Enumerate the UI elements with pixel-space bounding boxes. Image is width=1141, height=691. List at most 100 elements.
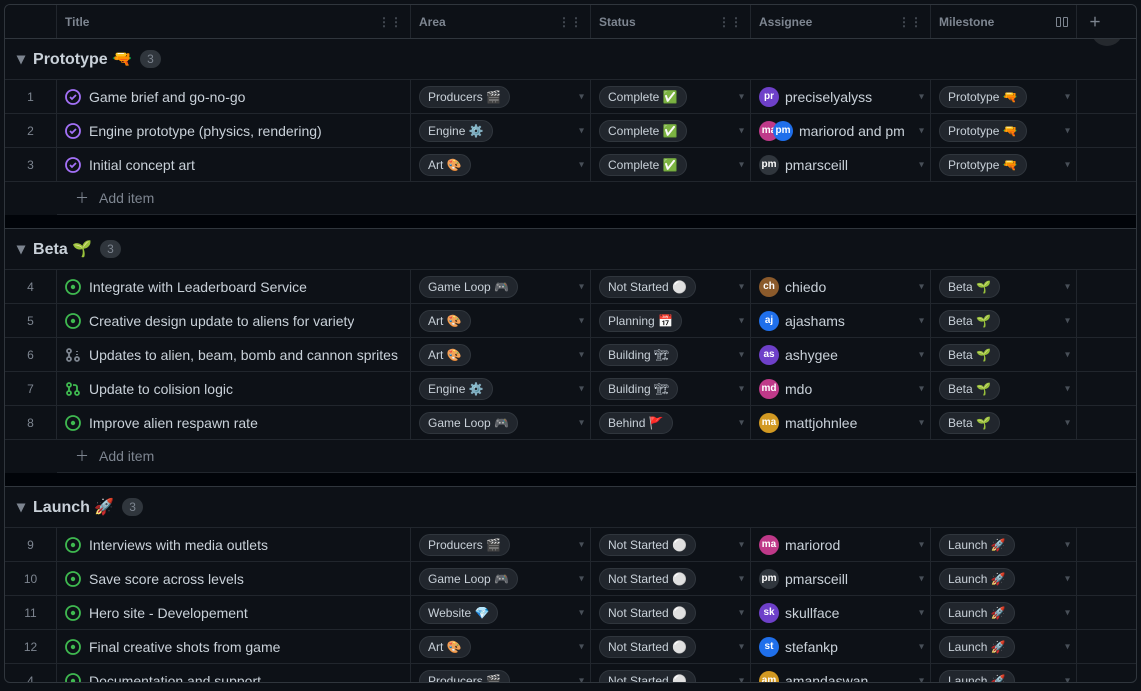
- chevron-down-icon[interactable]: ▾: [739, 573, 744, 584]
- column-header-status[interactable]: Status ⋮⋮: [591, 5, 751, 38]
- chevron-down-icon[interactable]: ▾: [579, 641, 584, 652]
- chevron-down-icon[interactable]: ▾: [579, 607, 584, 618]
- chevron-down-icon[interactable]: ▾: [1065, 641, 1070, 652]
- chevron-down-icon[interactable]: ▾: [579, 349, 584, 360]
- assignee-cell[interactable]: ma mattjohnlee ▾: [751, 406, 931, 439]
- milestone-cell[interactable]: Launch 🚀 ▾: [931, 562, 1077, 595]
- table-row[interactable]: 4 Documentation and support Producers 🎬 …: [5, 664, 1136, 683]
- milestone-cell[interactable]: Beta 🌱 ▾: [931, 304, 1077, 337]
- title-cell[interactable]: Hero site - Developement: [57, 596, 411, 629]
- assignee-cell[interactable]: st stefankp ▾: [751, 630, 931, 663]
- chevron-down-icon[interactable]: ▾: [739, 315, 744, 326]
- status-cell[interactable]: Planning 📅 ▾: [591, 304, 751, 337]
- column-drag-handle-icon[interactable]: ⋮⋮: [898, 15, 922, 29]
- area-cell[interactable]: Game Loop 🎮 ▾: [411, 562, 591, 595]
- assignee-cell[interactable]: sk skullface ▾: [751, 596, 931, 629]
- table-row[interactable]: 2 Engine prototype (physics, rendering) …: [5, 114, 1136, 148]
- chevron-down-icon[interactable]: ▾: [919, 607, 924, 618]
- chevron-down-icon[interactable]: ▾: [579, 315, 584, 326]
- chevron-down-icon[interactable]: ▾: [1065, 607, 1070, 618]
- title-cell[interactable]: Interviews with media outlets: [57, 528, 411, 561]
- table-row[interactable]: 1 Game brief and go-no-go Producers 🎬 ▾ …: [5, 80, 1136, 114]
- chevron-down-icon[interactable]: ▾: [1065, 125, 1070, 136]
- area-cell[interactable]: Producers 🎬 ▾: [411, 664, 591, 683]
- chevron-down-icon[interactable]: ▾: [919, 383, 924, 394]
- title-cell[interactable]: Updates to alien, beam, bomb and cannon …: [57, 338, 411, 371]
- title-cell[interactable]: Final creative shots from game: [57, 630, 411, 663]
- chevron-down-icon[interactable]: ▾: [579, 281, 584, 292]
- area-cell[interactable]: Art 🎨 ▾: [411, 338, 591, 371]
- area-cell[interactable]: Engine ⚙️ ▾: [411, 114, 591, 147]
- area-cell[interactable]: Art 🎨 ▾: [411, 304, 591, 337]
- group-header[interactable]: ▾ Prototype 🔫 3: [5, 39, 1136, 80]
- chevron-down-icon[interactable]: ▾: [1065, 91, 1070, 102]
- chevron-down-icon[interactable]: ▾: [17, 497, 25, 517]
- column-drag-handle-icon[interactable]: ⋮⋮: [718, 15, 742, 29]
- status-cell[interactable]: Not Started ⚪️ ▾: [591, 562, 751, 595]
- title-cell[interactable]: Documentation and support: [57, 664, 411, 683]
- status-cell[interactable]: Complete ✅ ▾: [591, 148, 751, 181]
- assignee-cell[interactable]: pr preciselyalyss ▾: [751, 80, 931, 113]
- status-cell[interactable]: Complete ✅ ▾: [591, 80, 751, 113]
- add-item-button[interactable]: ＋ Add item: [57, 440, 1136, 473]
- table-row[interactable]: 6 Updates to alien, beam, bomb and canno…: [5, 338, 1136, 372]
- status-cell[interactable]: Not Started ⚪️ ▾: [591, 630, 751, 663]
- assignee-cell[interactable]: md mdo ▾: [751, 372, 931, 405]
- chevron-down-icon[interactable]: ▾: [1065, 281, 1070, 292]
- milestone-cell[interactable]: Prototype 🔫 ▾: [931, 148, 1077, 181]
- title-cell[interactable]: Initial concept art: [57, 148, 411, 181]
- area-cell[interactable]: Producers 🎬 ▾: [411, 528, 591, 561]
- chevron-down-icon[interactable]: ▾: [739, 281, 744, 292]
- add-column-button[interactable]: ＋: [1077, 5, 1113, 38]
- column-header-title[interactable]: Title ⋮⋮: [57, 5, 411, 38]
- status-cell[interactable]: Building 🏗 ▾: [591, 372, 751, 405]
- chevron-down-icon[interactable]: ▾: [579, 91, 584, 102]
- milestone-cell[interactable]: Launch 🚀 ▾: [931, 596, 1077, 629]
- chevron-down-icon[interactable]: ▾: [919, 349, 924, 360]
- area-cell[interactable]: Art 🎨 ▾: [411, 630, 591, 663]
- chevron-down-icon[interactable]: ▾: [579, 539, 584, 550]
- assignee-cell[interactable]: pm pmarsceill ▾: [751, 148, 931, 181]
- area-cell[interactable]: Engine ⚙️ ▾: [411, 372, 591, 405]
- milestone-cell[interactable]: Beta 🌱 ▾: [931, 270, 1077, 303]
- chevron-down-icon[interactable]: ▾: [1065, 315, 1070, 326]
- table-row[interactable]: 12 Final creative shots from game Art 🎨 …: [5, 630, 1136, 664]
- chevron-down-icon[interactable]: ▾: [919, 281, 924, 292]
- group-header[interactable]: ▾ Launch 🚀 3: [5, 487, 1136, 528]
- column-layout-icon[interactable]: [1056, 17, 1068, 27]
- chevron-down-icon[interactable]: ▾: [579, 675, 584, 683]
- chevron-down-icon[interactable]: ▾: [1065, 573, 1070, 584]
- milestone-cell[interactable]: Beta 🌱 ▾: [931, 406, 1077, 439]
- chevron-down-icon[interactable]: ▾: [919, 675, 924, 683]
- title-cell[interactable]: Game brief and go-no-go: [57, 80, 411, 113]
- title-cell[interactable]: Engine prototype (physics, rendering): [57, 114, 411, 147]
- column-header-area[interactable]: Area ⋮⋮: [411, 5, 591, 38]
- area-cell[interactable]: Game Loop 🎮 ▾: [411, 406, 591, 439]
- table-row[interactable]: 10 Save score across levels Game Loop 🎮 …: [5, 562, 1136, 596]
- chevron-down-icon[interactable]: ▾: [919, 91, 924, 102]
- group-header[interactable]: ▾ Beta 🌱 3: [5, 229, 1136, 270]
- chevron-down-icon[interactable]: ▾: [919, 159, 924, 170]
- area-cell[interactable]: Website 💎 ▾: [411, 596, 591, 629]
- milestone-cell[interactable]: Beta 🌱 ▾: [931, 372, 1077, 405]
- chevron-down-icon[interactable]: ▾: [1065, 349, 1070, 360]
- column-drag-handle-icon[interactable]: ⋮⋮: [558, 15, 582, 29]
- title-cell[interactable]: Creative design update to aliens for var…: [57, 304, 411, 337]
- chevron-down-icon[interactable]: ▾: [919, 573, 924, 584]
- title-cell[interactable]: Integrate with Leaderboard Service: [57, 270, 411, 303]
- chevron-down-icon[interactable]: ▾: [579, 573, 584, 584]
- chevron-down-icon[interactable]: ▾: [919, 417, 924, 428]
- milestone-cell[interactable]: Launch 🚀 ▾: [931, 630, 1077, 663]
- assignee-cell[interactable]: ma mariorod ▾: [751, 528, 931, 561]
- status-cell[interactable]: Behind 🚩 ▾: [591, 406, 751, 439]
- chevron-down-icon[interactable]: ▾: [1065, 539, 1070, 550]
- status-cell[interactable]: Not Started ⚪️ ▾: [591, 270, 751, 303]
- chevron-down-icon[interactable]: ▾: [1065, 383, 1070, 394]
- assignee-cell[interactable]: aj ajashams ▾: [751, 304, 931, 337]
- title-cell[interactable]: Save score across levels: [57, 562, 411, 595]
- status-cell[interactable]: Not Started ⚪️ ▾: [591, 664, 751, 683]
- table-row[interactable]: 5 Creative design update to aliens for v…: [5, 304, 1136, 338]
- chevron-down-icon[interactable]: ▾: [739, 641, 744, 652]
- area-cell[interactable]: Producers 🎬 ▾: [411, 80, 591, 113]
- chevron-down-icon[interactable]: ▾: [1065, 675, 1070, 683]
